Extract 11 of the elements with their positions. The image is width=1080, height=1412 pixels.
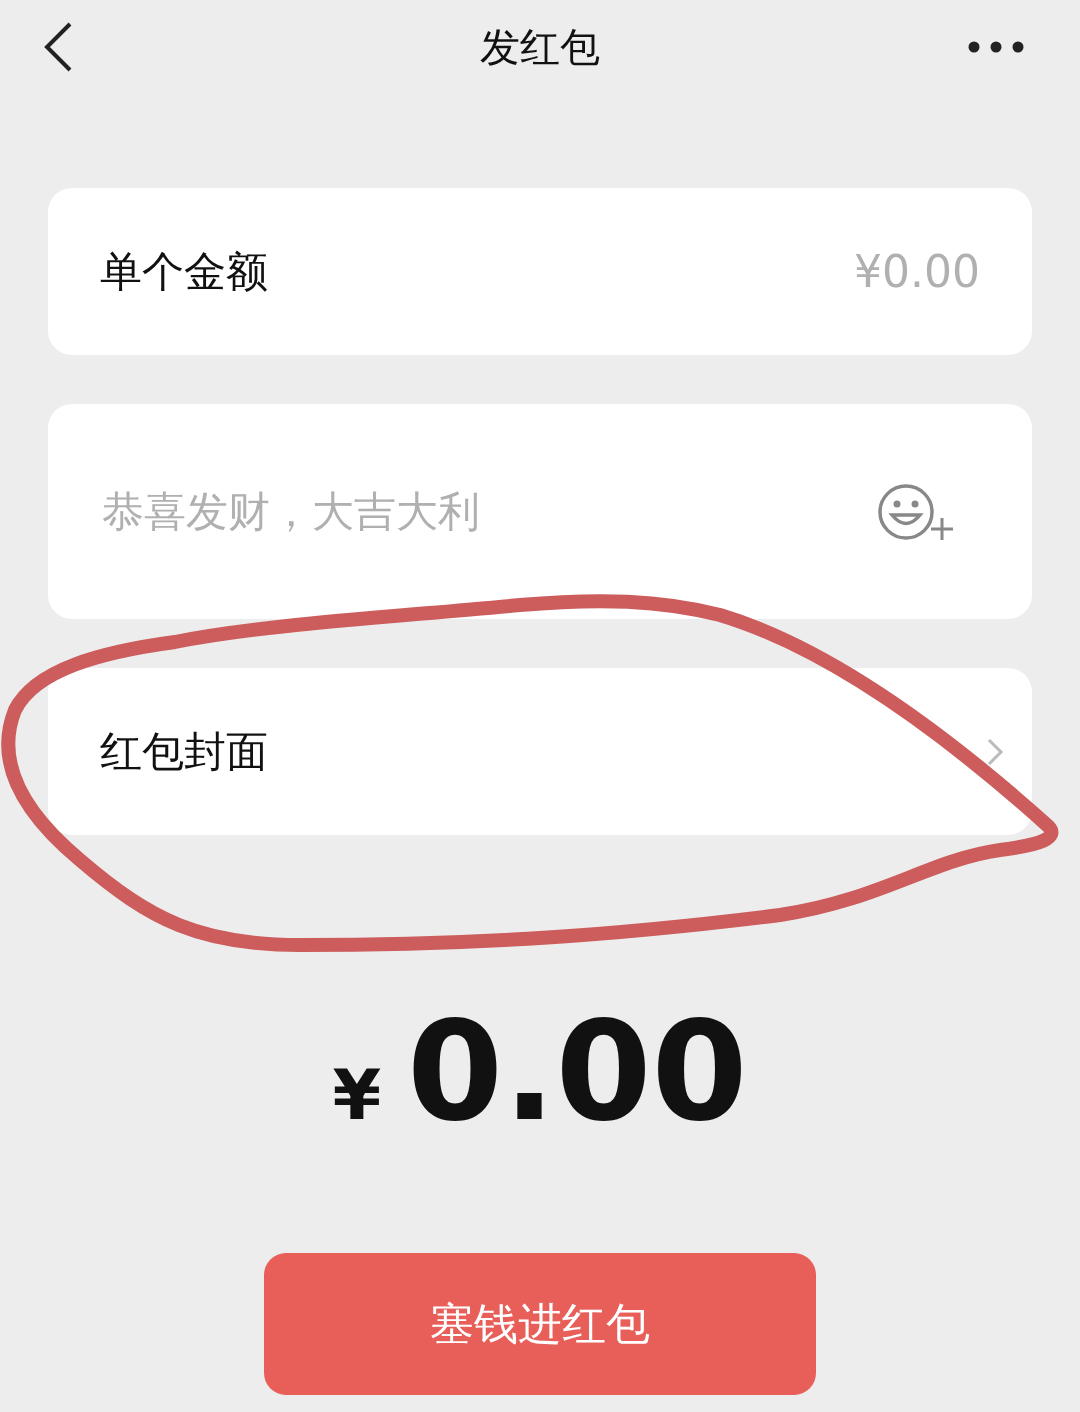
message-field[interactable]: 恭喜发财，大吉大利 [100,486,878,537]
total-amount: 0.00 [407,1003,748,1141]
page-title: 发红包 [479,22,601,72]
back-icon[interactable] [42,21,74,73]
field-label: 单个金额 [100,245,268,298]
more-icon[interactable] [968,41,1024,53]
submit-button[interactable]: 塞钱进红包 [264,1253,816,1395]
emoji-add-icon[interactable] [878,481,956,542]
currency-sign: ¥ [332,1054,382,1136]
field-label: 红包封面 [100,725,268,778]
amount-field[interactable]: ¥0.00 [268,245,982,298]
